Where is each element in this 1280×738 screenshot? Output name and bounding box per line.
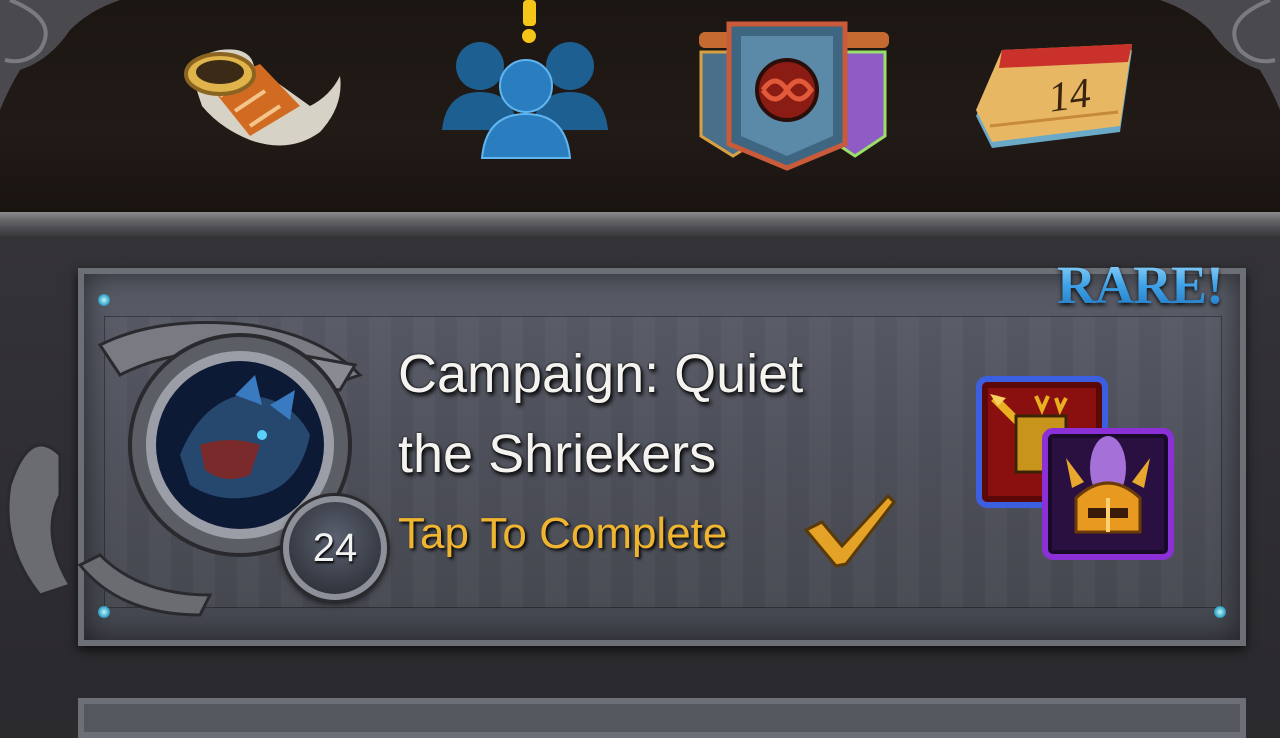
calendar-icon: 14 [976, 44, 1132, 148]
golden-helm-reward-icon [1042, 428, 1174, 560]
calendar-button[interactable]: 14 [972, 32, 1142, 156]
quest-title: Campaign: Quiet the Shriekers [398, 334, 918, 494]
next-quest-card[interactable] [78, 698, 1246, 738]
top-bar-divider [0, 212, 1280, 236]
quest-title-line-2: the Shriekers [398, 424, 717, 484]
gem-top-left [98, 294, 110, 306]
top-nav-bar: ! 14 [0, 0, 1280, 214]
checkmark-icon[interactable] [800, 490, 900, 570]
rarity-label: RARE! [1057, 255, 1224, 315]
ornate-corner-left-icon [0, 0, 120, 110]
calendar-day-label: 14 [1046, 70, 1094, 121]
social-button[interactable]: ! [440, 0, 620, 165]
tap-to-complete-label[interactable]: Tap To Complete [398, 509, 727, 559]
quest-level-value: 24 [312, 525, 358, 570]
reward-slot-2[interactable] [1042, 428, 1174, 565]
quest-title-line-1: Campaign: Quiet [398, 344, 804, 404]
guild-banner-icon [699, 21, 889, 171]
ornate-corner-right-icon [1160, 0, 1280, 110]
horn-button[interactable] [180, 36, 350, 156]
group-icon [442, 0, 608, 159]
horn-icon [184, 49, 341, 146]
quest-level-badge: 24 [283, 496, 387, 600]
guild-button[interactable] [695, 16, 895, 176]
gem-bottom-right [1214, 606, 1226, 618]
